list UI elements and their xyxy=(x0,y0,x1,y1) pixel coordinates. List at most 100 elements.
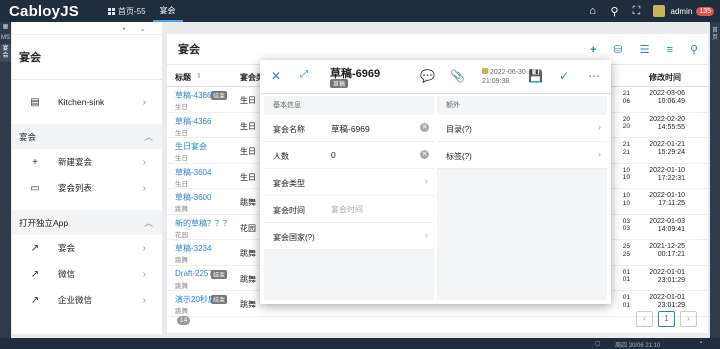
grid-icon xyxy=(108,7,115,15)
basic-info-section: 基本信息 宴会名称 草稿-6969 ✕ 人数 0 ✕ 宴会类型 › 宴会时间 宴… xyxy=(264,96,434,300)
row-subtitle: 生日 xyxy=(175,180,188,188)
window-icon[interactable]: ▢ xyxy=(595,340,601,347)
row-type: 生日 xyxy=(240,121,256,131)
comment-icon[interactable]: 💬 xyxy=(420,69,435,83)
chevron-right-icon: › xyxy=(142,182,146,194)
notification-badge[interactable]: 135 xyxy=(696,6,714,16)
chevron-right-icon: › xyxy=(142,294,146,306)
attachment-icon[interactable]: 📎 xyxy=(450,69,465,83)
top-bar: CabloyJS 首页-55 宴会 ⌂ ⚲ ⛶ admin 135 xyxy=(0,0,720,22)
chevron-right-icon: › xyxy=(598,149,601,159)
prev-page-button[interactable]: ‹ xyxy=(636,311,653,327)
add-icon[interactable]: + xyxy=(590,44,596,56)
row-partial-value: 01 01 xyxy=(622,294,630,309)
party-time-input[interactable]: 宴会时间 xyxy=(331,204,363,215)
sidebar-item-kitchen-sink[interactable]: ▤ Kitchen-sink › xyxy=(12,89,162,115)
sort-icon[interactable]: ≡ xyxy=(667,44,673,56)
sidebar-item-app-wechat[interactable]: ↗ 微信 › xyxy=(12,261,162,287)
clear-icon[interactable]: ✕ xyxy=(420,123,429,132)
party-name-input[interactable]: 草稿-6969 xyxy=(331,123,370,135)
tab-home[interactable]: 首页-55 xyxy=(101,0,153,22)
chevron-down-icon[interactable]: ⌄ xyxy=(139,24,146,33)
row-subtitle: 跳舞 xyxy=(175,206,188,213)
database-icon[interactable]: ⛁ xyxy=(613,43,622,56)
avatar[interactable] xyxy=(652,5,665,17)
row-title-link[interactable]: 草稿-4366 xyxy=(175,116,211,127)
field-party-country[interactable]: 宴会国家(?) › xyxy=(264,223,434,250)
dialog-datetime: 2022-06-30 21:09:38 xyxy=(482,68,526,86)
sidebar-item-new-party[interactable]: + 新建宴会 › xyxy=(12,149,162,175)
next-page-button[interactable]: › xyxy=(680,311,697,327)
row-subtitle: 生日 xyxy=(175,155,188,162)
sidebar-item-label: 企业微信 xyxy=(58,295,93,305)
row-mtime: 2022-01-01 23:01:29 xyxy=(649,294,685,309)
row-title-link[interactable]: 草稿-3604 xyxy=(175,167,211,178)
sidebar-group-open-app[interactable]: 打开独立App ︿ xyxy=(12,210,162,235)
list-view-icon[interactable]: ☰ xyxy=(640,43,650,56)
expand-icon[interactable]: ⤢ xyxy=(300,69,308,80)
rail-item-party[interactable]: 宴会 xyxy=(0,44,11,62)
field-party-type[interactable]: 宴会类型 › xyxy=(264,169,434,196)
row-partial-value: 10 10 xyxy=(622,192,630,207)
row-title-link[interactable]: 草稿-4386 xyxy=(175,90,211,101)
tab-party[interactable]: 宴会 xyxy=(152,0,183,22)
row-title-link[interactable]: 草稿-3234 xyxy=(175,243,211,254)
field-tags[interactable]: 标签(?) › xyxy=(437,142,607,169)
people-count-input[interactable]: 0 xyxy=(331,150,336,160)
sidebar-item-party-list[interactable]: ▭ 宴会列表 › xyxy=(12,175,162,201)
status-tag: 结束 xyxy=(211,295,228,304)
row-subtitle: 生日 xyxy=(175,104,188,111)
field-people-count[interactable]: 人数 0 ✕ xyxy=(264,142,434,169)
bottom-bar: ▢ 周四 30/06 21:10 ▪ xyxy=(0,338,720,349)
rail-item-ms[interactable]: MS xyxy=(0,33,11,44)
clear-icon[interactable]: ✕ xyxy=(420,150,429,159)
username[interactable]: admin xyxy=(671,7,693,16)
chevron-right-icon: › xyxy=(598,122,601,132)
row-subtitle: 跳舞 xyxy=(175,308,188,315)
sort-arrows-icon[interactable]: ⇕ xyxy=(196,72,202,80)
home-icon[interactable]: ⌂ xyxy=(587,5,599,17)
chevron-right-icon: › xyxy=(142,96,146,108)
row-partial-value: 03 03 xyxy=(622,217,630,233)
row-title-link[interactable]: Draft-2257 xyxy=(175,269,213,278)
app-logo: CabloyJS xyxy=(9,2,79,20)
sidebar-toolbar: ▪ ⌄ xyxy=(12,22,162,35)
field-party-time[interactable]: 宴会时间 宴会时间 xyxy=(264,196,434,223)
sidebar-item-app-party[interactable]: ↗ 宴会 › xyxy=(12,235,162,261)
rail-grid-icon[interactable]: ▦ xyxy=(0,22,11,33)
sidebar-item-app-wxwork[interactable]: ↗ 企业微信 › xyxy=(12,287,162,313)
more-icon[interactable]: ⋯ xyxy=(588,69,600,83)
column-mtime[interactable]: 修改时间 xyxy=(649,72,681,83)
search-icon[interactable]: ⚲ xyxy=(609,5,621,18)
user-avatar-icon xyxy=(482,68,488,74)
submit-check-icon[interactable]: ✓ xyxy=(559,69,569,83)
external-link-icon: ↗ xyxy=(30,268,40,280)
page-number-button[interactable]: 1 xyxy=(658,311,675,327)
plus-icon: + xyxy=(32,156,38,168)
search-icon[interactable]: ⚲ xyxy=(690,43,698,56)
clock-text: 周四 30/06 21:10 xyxy=(615,343,661,349)
pin-icon[interactable]: ▪ xyxy=(122,24,125,33)
fullscreen-icon[interactable]: ⛶ xyxy=(631,5,643,18)
sidebar: ▪ ⌄ 宴会 ▤ Kitchen-sink › 宴会 ︿ + 新建宴会 › ▭ … xyxy=(12,22,162,334)
row-type: 生日 xyxy=(240,172,256,182)
sidebar-group-party[interactable]: 宴会 ︿ xyxy=(12,124,162,149)
row-title-link[interactable]: 新的草稿？？？ xyxy=(175,218,231,229)
status-tag: 结束 xyxy=(211,269,228,279)
right-rail[interactable]: 首页 xyxy=(710,22,720,349)
row-title-link[interactable]: 演示20秒后 xyxy=(175,294,216,305)
more-icon[interactable]: ▪ xyxy=(700,340,702,346)
sidebar-group-label: 打开独立App xyxy=(19,217,69,228)
field-label: 标签(?) xyxy=(446,152,472,161)
field-label: 宴会国家(?) xyxy=(273,233,315,242)
column-title[interactable]: 标题 xyxy=(175,72,191,83)
row-type: 生日 xyxy=(240,96,256,105)
field-party-name[interactable]: 宴会名称 草稿-6969 ✕ xyxy=(264,115,434,142)
external-link-icon: ↗ xyxy=(30,242,40,254)
row-title-link[interactable]: 生日宴会 xyxy=(175,141,207,152)
field-catalog[interactable]: 目录(?) › xyxy=(437,115,607,142)
row-type: 跳舞 xyxy=(240,274,256,284)
close-icon[interactable]: ✕ xyxy=(271,69,281,83)
row-title-link[interactable]: 草稿-3600 xyxy=(175,192,211,203)
save-icon[interactable]: 💾 xyxy=(528,69,543,83)
